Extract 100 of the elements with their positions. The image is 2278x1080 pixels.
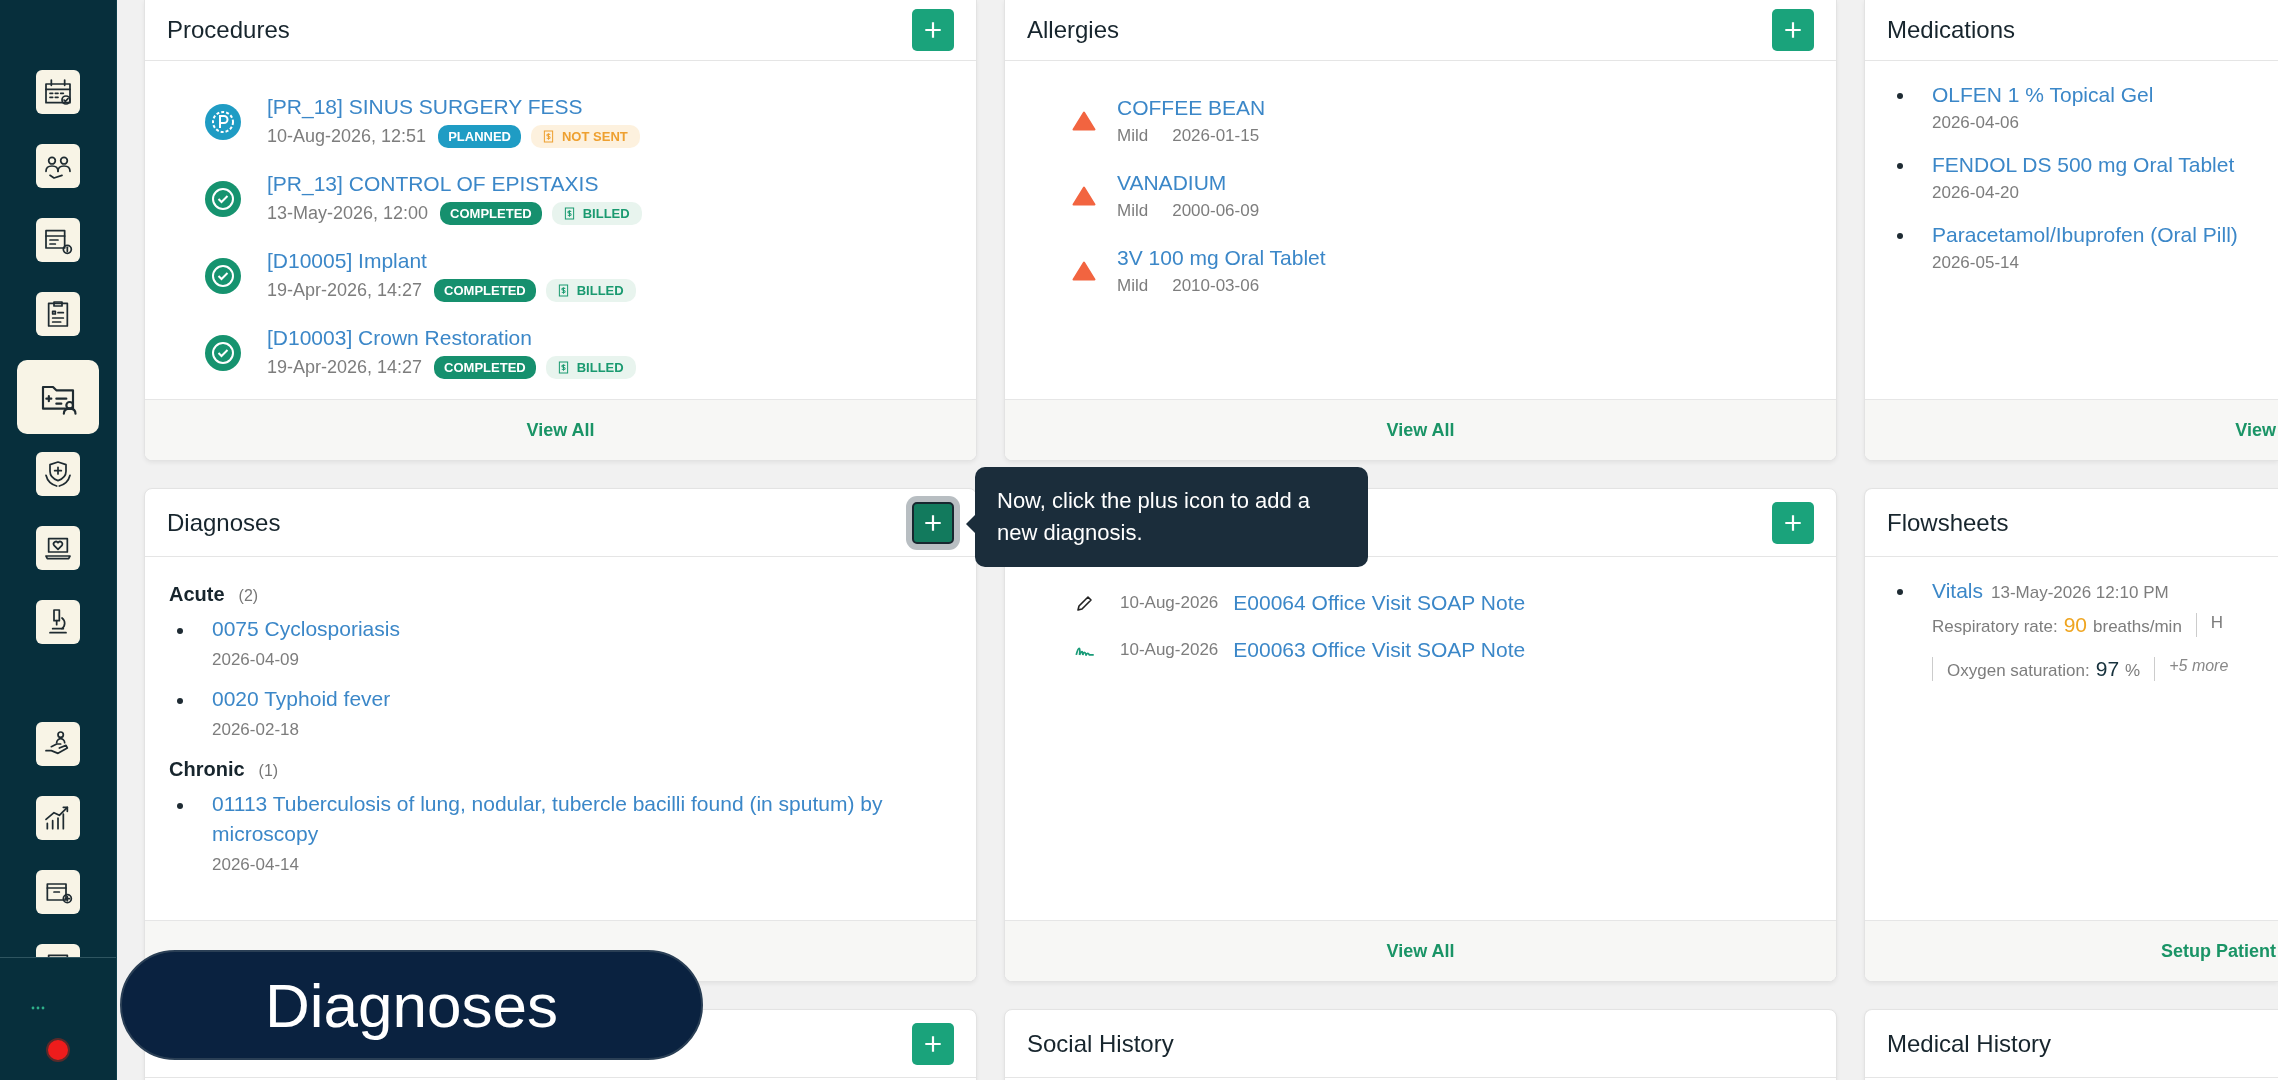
note-date: 10-Aug-2026 [1120,592,1219,613]
more-readings-link[interactable]: +5 more [2169,657,2229,675]
shield-hands-icon [42,458,74,490]
procedure-link[interactable]: [PR_13] CONTROL OF EPISTAXIS [267,172,642,196]
more-dots-icon [31,1006,45,1010]
sidebar-nav-button[interactable] [36,722,80,766]
sidebar-nav-button[interactable] [36,870,80,914]
billing-badge: BILLED [551,202,642,225]
check-circle-icon [205,257,241,294]
reading-value: 97 [2095,657,2120,681]
medication-link[interactable]: FENDOL DS 500 mg Oral Tablet [1932,153,2235,177]
diagnosis-date: 2026-02-18 [212,720,300,740]
diagnosis-date: 2026-04-14 [212,855,300,875]
bullet-icon [1897,93,1903,99]
reading-label: Respiratory rate: [1932,617,2058,637]
severity-label: Mild [1117,200,1149,221]
status-badge: PLANNED [438,125,521,148]
allergy-link[interactable]: COFFEE BEAN [1117,95,1266,120]
billing-badge: BILLED [545,279,636,302]
footer-link[interactable]: View All [1386,940,1455,962]
bullet-icon [177,698,183,704]
plus-icon [1782,19,1804,41]
card-title: Diagnoses [167,508,281,537]
procedure-datetime: 13-May-2026, 12:00 [267,203,429,224]
allergy-link[interactable]: VANADIUM [1117,170,1260,195]
check-circle-icon [205,180,241,217]
sidebar-nav-button[interactable] [36,526,80,570]
allergy-date: 2000-06-09 [1172,200,1260,221]
reading-label: Oxygen saturation: [1947,661,2090,681]
sidebar-nav-button[interactable] [36,452,80,496]
diagnosis-date: 2026-04-09 [212,650,300,670]
card-title: Medical History [1887,1029,2052,1058]
sidebar-nav-button[interactable] [36,218,80,262]
note-date: 10-Aug-2026 [1120,639,1219,660]
group-count: (1) [258,762,279,780]
card-title: Procedures [167,16,290,44]
tooltip: Now, click the plus icon to add a new diagnosis. [975,467,1368,567]
medication-date: 2026-05-14 [1932,253,2020,273]
procedure-link[interactable]: [D10005] Implant [267,249,636,273]
bullet-icon [177,628,183,634]
bullet-icon [1897,233,1903,239]
note-link[interactable]: E00064 Office Visit SOAP Note [1233,590,1526,615]
warning-triangle-icon [1072,185,1096,206]
recording-indicator [46,1038,70,1062]
reading-unit: % [2125,661,2141,681]
footer-link[interactable]: View All [526,419,595,441]
receipt-icon [557,284,569,297]
sidebar-nav-button[interactable] [36,144,80,188]
reading-unit: breaths/min [2093,617,2182,637]
warning-triangle-icon [1072,110,1096,131]
status-badge: COMPLETED [434,356,536,379]
flowsheet-datetime: 13-May-2026 12:10 PM [1991,583,2169,603]
billing-badge: NOT SENT [531,125,640,148]
allergy-date: 2026-01-15 [1172,125,1260,146]
status-badge: COMPLETED [434,279,536,302]
medication-link[interactable]: OLFEN 1 % Topical Gel [1932,83,2154,107]
group-heading: Acute [169,583,225,606]
medication-link[interactable]: Paracetamol/Ibuprofen (Oral Pill) [1932,223,2238,247]
bullet-icon [177,803,183,809]
reading-label: H [2210,613,2224,633]
planned-status-icon [205,103,241,140]
card-title: Allergies [1027,16,1120,44]
footer-link[interactable]: View All [1386,419,1455,441]
note-link[interactable]: E00063 Office Visit SOAP Note [1233,637,1526,662]
footer-link[interactable]: Setup Patient [2161,940,2276,962]
receipt-icon [563,207,575,220]
diagnosis-link[interactable]: 0075 Cyclosporiasis [212,614,400,644]
calendar-icon [42,76,74,108]
caption-banner: Diagnoses [120,950,703,1060]
flowsheet-link[interactable]: Vitals [1932,579,1983,603]
reading-value: 90 [2063,613,2088,637]
check-circle-icon [205,334,241,371]
receipt-icon [543,130,554,143]
procedure-link[interactable]: [D10003] Crown Restoration [267,326,636,350]
medication-date: 2026-04-20 [1932,183,2020,203]
footer-link[interactable]: View [2235,419,2276,441]
severity-label: Mild [1117,125,1149,146]
sidebar-nav-button[interactable] [36,70,80,114]
allergy-date: 2010-03-06 [1172,275,1260,296]
sidebar-nav-button[interactable] [36,796,80,840]
severity-label: Mild [1117,275,1149,296]
card-title: Medications [1887,16,2016,44]
group-heading: Chronic [169,758,245,781]
diagnosis-link[interactable]: 01113 Tuberculosis of lung, nodular, tubercle bacilli found (in sputum) by microscopy [212,789,886,849]
card-title: Social History [1027,1029,1174,1058]
plus-icon [922,19,944,41]
billing-badge: BILLED [545,356,636,379]
diagnosis-link[interactable]: 0020 Typhoid fever [212,684,391,714]
bullet-icon [1897,589,1903,595]
group-count: (2) [238,587,259,605]
card-title: Flowsheets [1887,508,2009,537]
allergy-link[interactable]: 3V 100 mg Oral Tablet [1117,245,1326,270]
receipt-icon [557,361,569,374]
warning-triangle-icon [1072,260,1096,281]
procedure-link[interactable]: [PR_18] SINUS SURGERY FESS [267,95,640,119]
procedure-datetime: 19-Apr-2026, 14:27 [267,357,423,378]
sidebar-nav-button[interactable] [36,292,80,336]
sidebar-nav-button[interactable] [17,360,99,434]
sidebar-nav-button[interactable] [36,600,80,644]
procedure-datetime: 10-Aug-2026, 12:51 [267,126,427,147]
